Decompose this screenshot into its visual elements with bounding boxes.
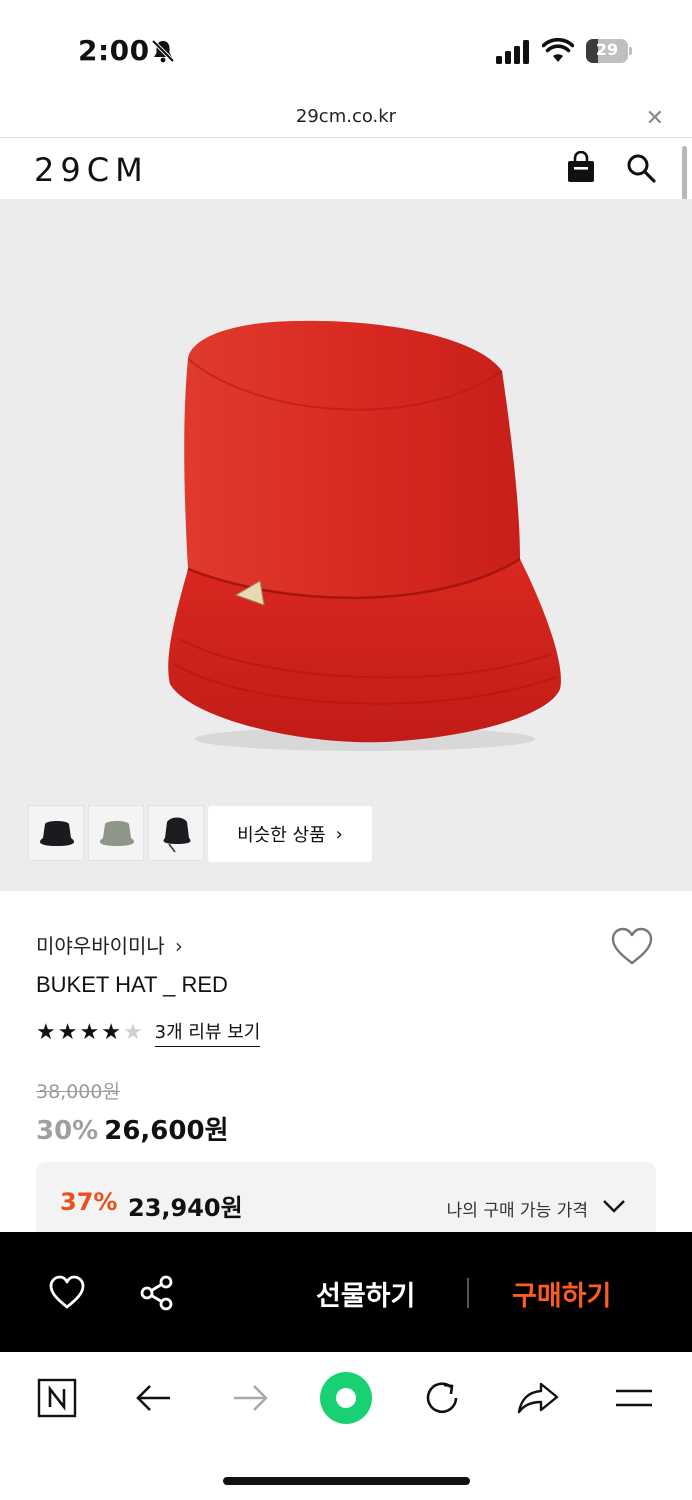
product-main-image[interactable] <box>140 299 570 759</box>
star-filled-icon: ★ <box>57 1019 78 1045</box>
brand-link[interactable]: 미야우바이미나 › <box>36 930 183 959</box>
chevron-right-icon: › <box>174 934 183 958</box>
chevron-down-icon[interactable] <box>602 1196 626 1216</box>
thumbnail-black-hat[interactable] <box>28 805 84 861</box>
my-discount-percent: 37% <box>60 1188 118 1216</box>
star-rating: ★ ★ ★ ★ ★ <box>36 1019 143 1045</box>
brand-name[interactable]: 미야우바이미나 <box>36 934 165 958</box>
star-filled-icon: ★ <box>36 1019 56 1045</box>
battery-level: 29 <box>595 40 619 59</box>
purchase-bar: 선물하기 구매하기 <box>0 1232 692 1352</box>
product-image-gallery[interactable]: 비슷한 상품 › <box>0 199 692 891</box>
rating-row: ★ ★ ★ ★ ★ 3개 리뷰 보기 <box>36 1018 261 1047</box>
search-icon[interactable] <box>626 153 656 183</box>
back-arrow-icon[interactable] <box>132 1376 176 1420</box>
chevron-right-icon: › <box>335 823 343 845</box>
cellular-signal-icon <box>496 40 529 64</box>
star-empty-icon: ★ <box>122 1019 143 1045</box>
buy-bar-divider <box>467 1278 469 1308</box>
thumbnail-strip <box>28 805 204 863</box>
home-indicator <box>223 1477 470 1485</box>
browser-toolbar <box>0 1352 692 1500</box>
browser-url-bar[interactable]: 29cm.co.kr ✕ <box>0 100 692 138</box>
review-link[interactable]: 3개 리뷰 보기 <box>154 1018 261 1047</box>
close-icon[interactable]: ✕ <box>646 106 664 131</box>
shopping-bag-icon[interactable] <box>566 151 596 183</box>
thumbnail-black-strap-hat[interactable] <box>148 805 204 861</box>
silent-bell-icon <box>151 39 175 63</box>
sale-price-row: 30% 26,600원 <box>36 1110 229 1147</box>
menu-icon[interactable] <box>612 1376 656 1420</box>
my-price-label[interactable]: 나의 구매 가능 가격 <box>447 1196 588 1221</box>
thumbnail-grey-hat[interactable] <box>88 805 144 861</box>
battery-icon: 29 <box>586 39 632 63</box>
forward-arrow-icon[interactable] <box>228 1376 272 1420</box>
product-name: BUKET HAT _ RED <box>36 972 228 997</box>
wifi-icon <box>542 38 574 62</box>
reload-icon[interactable] <box>420 1376 464 1420</box>
gift-button[interactable]: 선물하기 <box>316 1274 415 1313</box>
share-icon[interactable] <box>138 1274 176 1312</box>
similar-products-button[interactable]: 비슷한 상품 › <box>208 806 372 862</box>
naver-n-icon[interactable] <box>35 1376 79 1420</box>
discount-percent: 30% <box>36 1116 99 1146</box>
site-logo[interactable]: 29CM <box>34 151 149 189</box>
status-bar: 2:00 29 <box>0 0 692 100</box>
similar-products-label: 비슷한 상품 <box>237 825 326 846</box>
original-price: 38,000원 <box>36 1081 120 1103</box>
sale-price: 26,600원 <box>104 1116 229 1146</box>
share-icon[interactable] <box>516 1376 560 1420</box>
site-header: 29CM <box>0 139 692 199</box>
my-price: 23,940원 <box>128 1194 243 1222</box>
wishlist-heart-icon[interactable] <box>610 926 654 966</box>
wishlist-heart-icon[interactable] <box>48 1274 86 1310</box>
green-home-icon[interactable] <box>318 1370 374 1426</box>
star-filled-icon: ★ <box>101 1019 121 1045</box>
url-text[interactable]: 29cm.co.kr <box>0 106 692 127</box>
star-filled-icon: ★ <box>79 1019 100 1045</box>
status-time: 2:00 <box>78 34 150 67</box>
buy-button[interactable]: 구매하기 <box>512 1274 611 1313</box>
